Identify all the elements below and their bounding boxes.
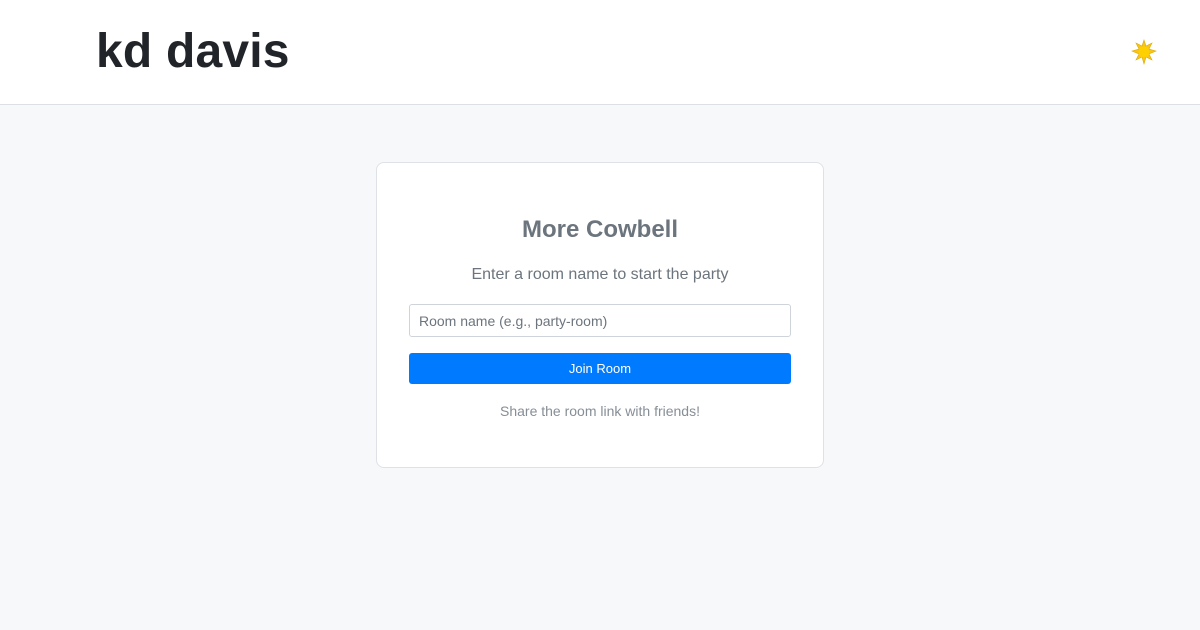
theme-toggle-button[interactable]: [1128, 36, 1160, 68]
join-room-card: More Cowbell Enter a room name to start …: [376, 162, 824, 468]
site-header: kd davis: [0, 0, 1200, 105]
main-content: More Cowbell Enter a room name to start …: [0, 105, 1200, 630]
room-name-input[interactable]: [409, 304, 791, 337]
share-hint: Share the room link with friends!: [500, 403, 700, 419]
card-title: More Cowbell: [521, 216, 678, 243]
join-room-button[interactable]: Join Room: [409, 353, 791, 384]
sun-icon: [1131, 39, 1157, 66]
card-subtitle: Enter a room name to start the party: [471, 266, 729, 283]
site-title[interactable]: kd davis: [96, 22, 290, 82]
